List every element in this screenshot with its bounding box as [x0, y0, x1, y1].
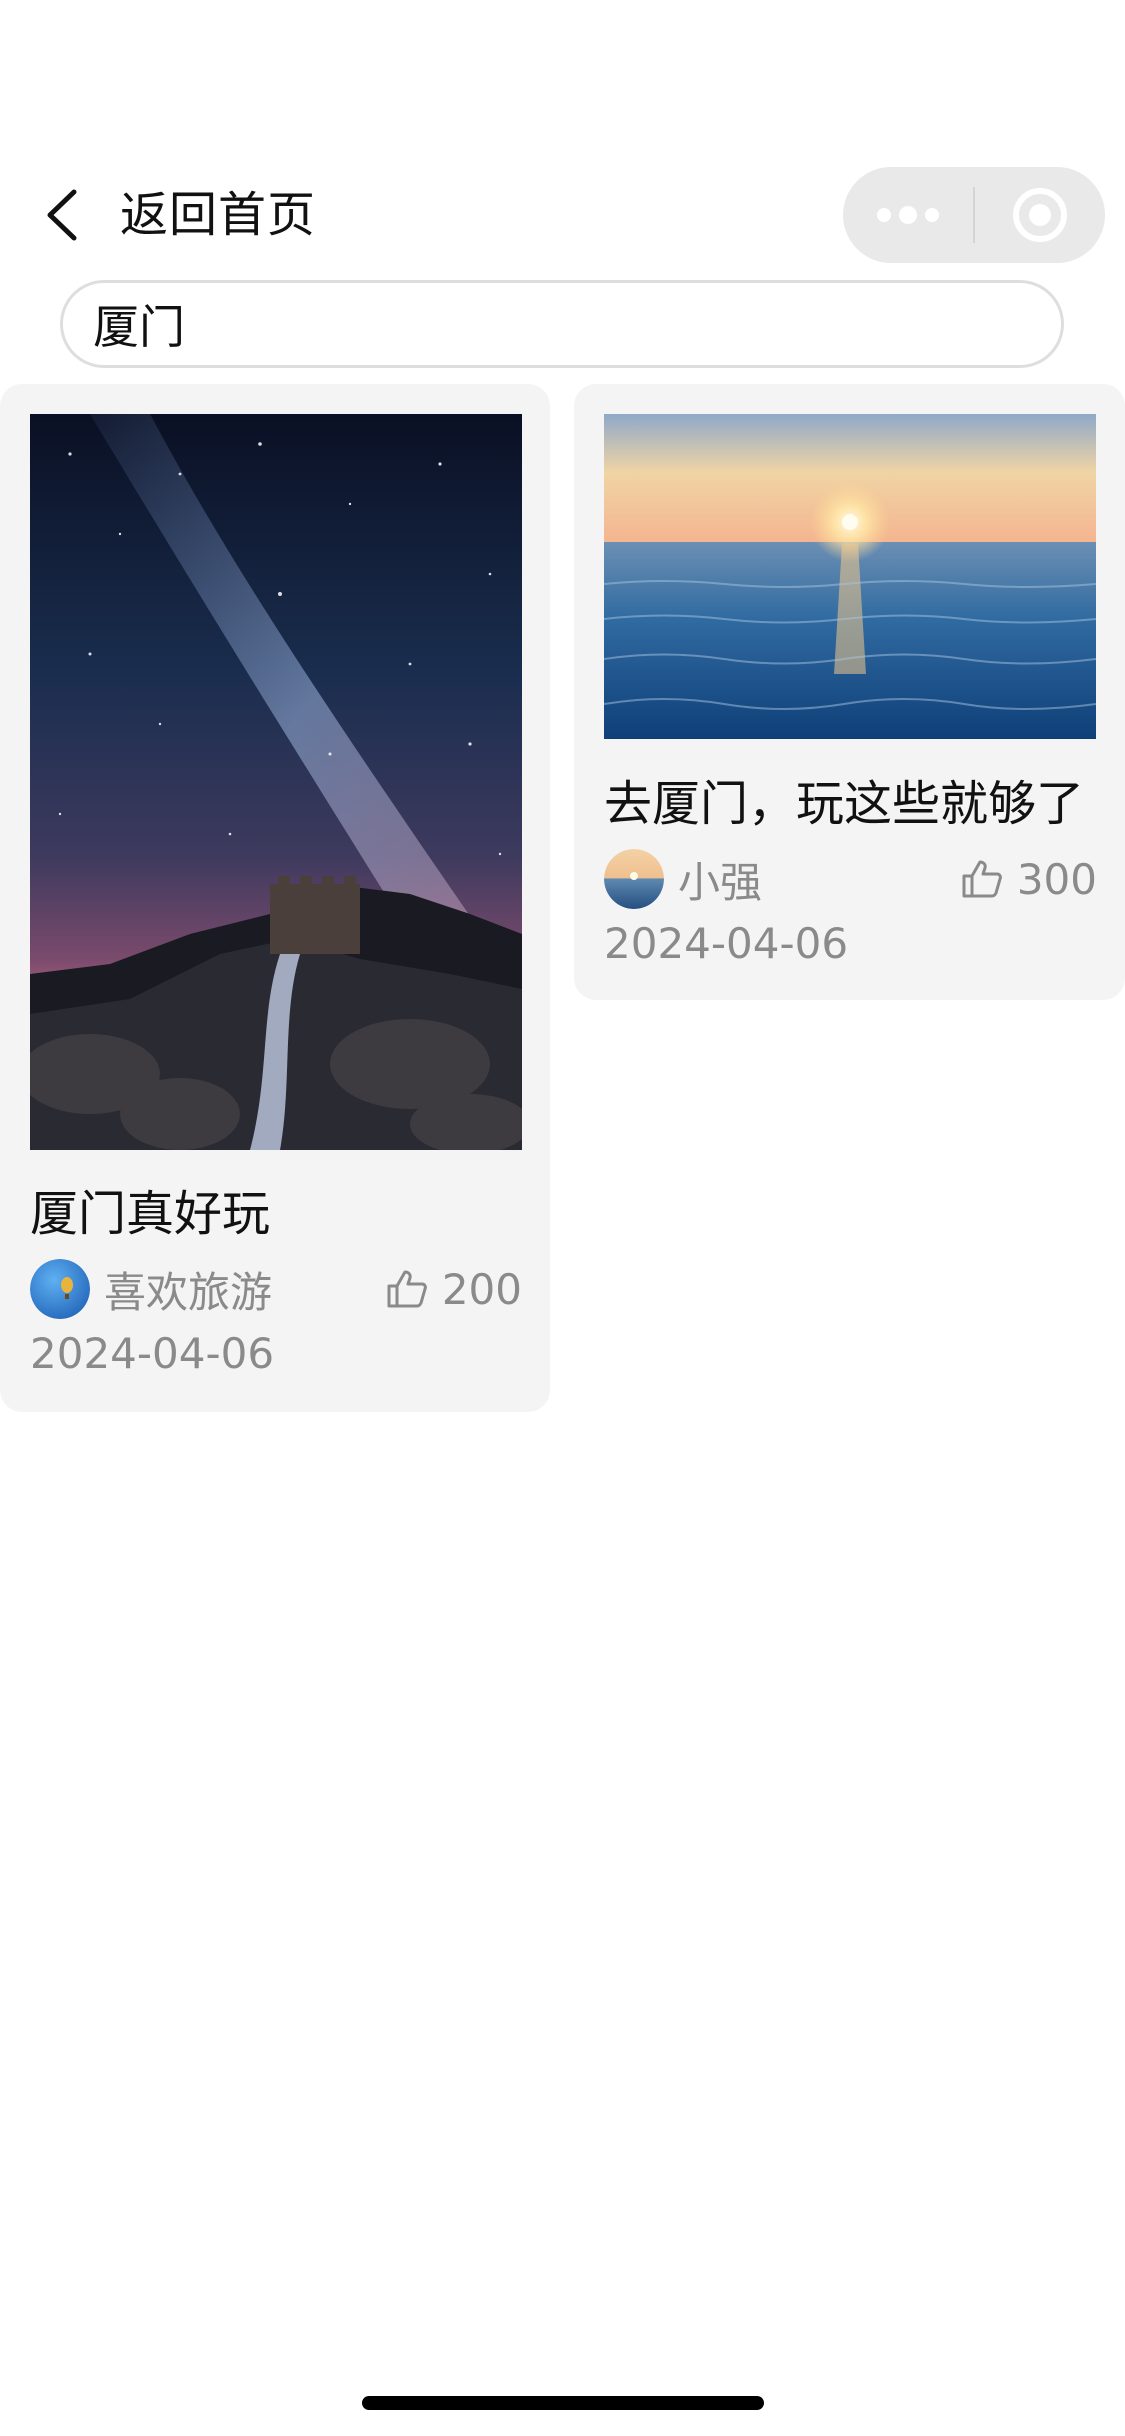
post-title: 去厦门，玩这些就够了 — [604, 776, 1085, 832]
thumbs-up-icon — [962, 860, 1002, 898]
result-card[interactable]: 厦门真好玩 喜欢旅游 200 2024-04-06 — [0, 384, 550, 1412]
more-dots-icon — [877, 206, 939, 224]
hot-air-balloon-avatar-icon — [30, 1259, 90, 1319]
post-title: 厦门真好玩 — [30, 1186, 271, 1242]
search-input[interactable] — [93, 297, 993, 351]
search-results-page: 返回首页 厦门 厦门真好玩 喜欢旅游 200 2024-04-06 去厦门，玩这… — [0, 0, 1125, 2436]
chevron-left-icon — [47, 189, 77, 241]
post-image[interactable] — [30, 414, 522, 1150]
post-date: 2024-04-06 — [30, 1329, 275, 1378]
thumbs-up-icon — [387, 1270, 427, 1308]
likes-count: 200 — [441, 1264, 522, 1314]
author-name[interactable]: 小强 — [678, 849, 762, 910]
like-button[interactable]: 200 — [386, 1265, 522, 1314]
avatar[interactable] — [604, 849, 664, 909]
more-button[interactable] — [843, 167, 973, 263]
sea-sunset-image — [604, 414, 1096, 739]
sunset-avatar-icon — [604, 849, 664, 909]
back-button[interactable] — [32, 182, 92, 248]
search-box[interactable] — [60, 280, 1064, 368]
like-button[interactable]: 300 — [961, 855, 1097, 904]
author-name[interactable]: 喜欢旅游 — [104, 1259, 272, 1320]
avatar[interactable] — [30, 1259, 90, 1319]
post-meta: 喜欢旅游 200 — [30, 1258, 522, 1320]
post-date: 2024-04-06 — [604, 919, 849, 968]
home-indicator[interactable] — [362, 2396, 764, 2410]
result-card[interactable]: 去厦门，玩这些就够了 小强 300 2024-04-06 — [574, 384, 1125, 1000]
close-mini-program-button[interactable] — [975, 167, 1105, 263]
post-image[interactable] — [604, 414, 1096, 739]
likes-count: 300 — [1016, 854, 1097, 904]
nav-title[interactable]: 返回首页 — [120, 182, 316, 248]
post-meta: 小强 300 — [604, 848, 1097, 910]
target-circle-icon — [1013, 188, 1067, 242]
mini-program-capsule — [843, 167, 1105, 263]
great-wall-night-image — [30, 414, 522, 1150]
